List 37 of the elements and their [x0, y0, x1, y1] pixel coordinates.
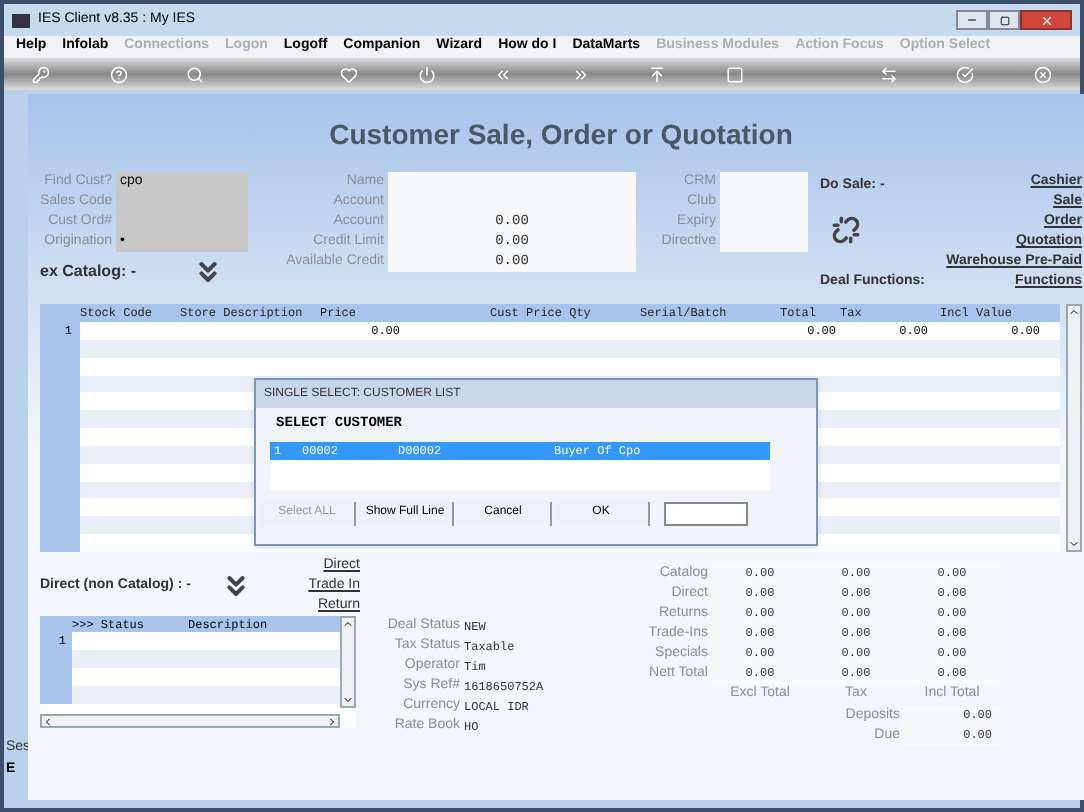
app-icon — [12, 13, 30, 27]
page-title: Customer Sale, Order or Quotation — [327, 116, 795, 154]
input-field[interactable] — [664, 501, 748, 525]
minimize-button[interactable] — [956, 10, 988, 30]
close-icon — [1039, 13, 1053, 27]
scroll-bar[interactable] — [1066, 304, 1082, 552]
maximize-icon — [999, 15, 1009, 25]
close-icon[interactable] — [1033, 65, 1052, 83]
scroll-up-icon[interactable] — [342, 618, 354, 630]
input-field[interactable] — [388, 172, 636, 192]
row-header — [40, 534, 80, 552]
scroll-bar[interactable] — [340, 616, 356, 708]
horizontal-scroll-bar[interactable] — [40, 714, 340, 728]
key-icon[interactable] — [32, 65, 50, 83]
square-icon[interactable] — [725, 65, 744, 83]
broken-link-icon[interactable] — [832, 216, 860, 244]
row-header — [40, 686, 72, 704]
input-field[interactable] — [720, 232, 808, 252]
minimize-icon — [966, 14, 978, 26]
close-button[interactable] — [1020, 10, 1072, 30]
scroll-left-icon[interactable] — [42, 715, 54, 727]
scroll-right-icon[interactable] — [326, 715, 338, 727]
swap-icon[interactable] — [879, 65, 898, 83]
double-right-icon[interactable] — [571, 65, 590, 83]
section-label: ex Catalog: - — [40, 260, 137, 284]
heart-icon[interactable] — [340, 65, 359, 83]
scroll-down-icon[interactable] — [1068, 538, 1080, 550]
help-icon[interactable] — [109, 65, 128, 83]
double-left-icon[interactable] — [494, 65, 513, 83]
scroll-up-icon[interactable] — [1068, 306, 1080, 318]
check-icon[interactable] — [956, 65, 975, 83]
input-field[interactable] — [720, 172, 808, 192]
upload-icon[interactable] — [648, 65, 667, 83]
scroll-down-icon[interactable] — [342, 694, 354, 706]
search-icon[interactable] — [186, 65, 205, 83]
power-icon[interactable] — [417, 65, 436, 83]
maximize-button[interactable] — [988, 10, 1020, 30]
